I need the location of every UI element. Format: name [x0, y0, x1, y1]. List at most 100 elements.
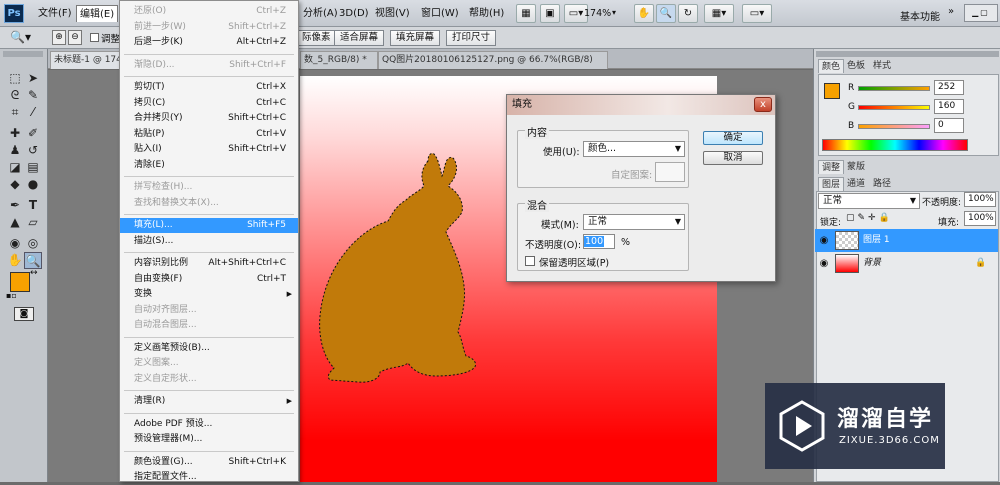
ok-button[interactable]: 确定: [703, 131, 763, 145]
layer-row-background[interactable]: ◉ 背景 🔒: [815, 252, 998, 275]
toolbox-grip[interactable]: [3, 51, 43, 57]
zoom-in-icon[interactable]: ⊕: [52, 30, 66, 45]
eyedropper-tool-icon[interactable]: ⁄: [24, 104, 42, 121]
preserve-transparency-checkbox[interactable]: [525, 256, 535, 266]
custom-pattern-picker[interactable]: [655, 162, 685, 182]
print-size-button[interactable]: 打印尺寸: [446, 30, 497, 46]
edit-menu-item[interactable]: 后退一步(K) Alt+Ctrl+Z: [120, 35, 298, 50]
edit-menu-item[interactable]: 自由变换(F) Ctrl+T: [120, 272, 298, 287]
r-input[interactable]: 252: [934, 80, 964, 95]
edit-menu-item[interactable]: 拷贝(C) Ctrl+C: [120, 96, 298, 111]
zoom-level[interactable]: 174%: [584, 8, 611, 19]
zoom-tool-icon[interactable]: 🔍: [656, 4, 676, 23]
edit-menu-item[interactable]: 变换 ▶: [120, 287, 298, 302]
edit-menu-item[interactable]: 贴入(I) Shift+Ctrl+V: [120, 142, 298, 157]
workspace-switcher[interactable]: 基本功能: [900, 8, 940, 23]
tab-channels[interactable]: 通道: [844, 177, 868, 191]
edit-menu-item[interactable]: 定义自定形状...: [120, 372, 298, 387]
edit-menu-item[interactable]: 查找和替换文本(X)...: [120, 196, 298, 211]
b-input[interactable]: 0: [934, 118, 964, 133]
workspace-arrow-icon[interactable]: »: [948, 6, 954, 17]
clone-stamp-icon[interactable]: ♟: [6, 142, 24, 159]
gradient-tool-icon[interactable]: ▤: [24, 159, 42, 176]
tab-styles[interactable]: 样式: [870, 59, 894, 73]
edit-menu-item[interactable]: 自动对齐图层...: [120, 303, 298, 318]
resize-windows-checkbox[interactable]: [90, 33, 99, 42]
marquee-tool-icon[interactable]: ⬚: [6, 70, 24, 87]
crop-tool-icon[interactable]: ⌗: [6, 104, 24, 121]
menu-file[interactable]: 文件(F): [35, 5, 75, 22]
minibridge-icon[interactable]: ▣: [540, 4, 560, 23]
zoom-dropdown-icon[interactable]: ▾: [612, 8, 616, 17]
menu-help[interactable]: 帮助(H): [466, 5, 507, 22]
edit-menu-item[interactable]: 指定配置文件...: [120, 470, 298, 485]
r-slider[interactable]: [858, 86, 930, 91]
cancel-button[interactable]: 取消: [703, 151, 763, 165]
edit-menu-item[interactable]: Adobe PDF 预设...: [120, 417, 298, 432]
visibility-eye-icon[interactable]: ◉: [817, 229, 831, 252]
menu-edit[interactable]: 编辑(E): [76, 5, 119, 22]
tab-doc-5[interactable]: 数_5_RGB/8) *: [300, 51, 378, 69]
arrange-documents-icon[interactable]: ▦▾: [704, 4, 734, 23]
move-tool-icon[interactable]: ➤: [24, 70, 42, 87]
edit-menu-item[interactable]: 预设管理器(M)...: [120, 432, 298, 447]
eraser-tool-icon[interactable]: ◪: [6, 159, 24, 176]
edit-menu-item[interactable]: 前进一步(W) Shift+Ctrl+Z: [120, 20, 298, 35]
tab-masks[interactable]: 蒙版: [844, 160, 868, 174]
menu-analysis[interactable]: 分析(A): [300, 5, 341, 22]
quick-select-tool-icon[interactable]: ✎: [24, 87, 42, 104]
lasso-tool-icon[interactable]: ᘓ: [6, 87, 24, 104]
foreground-color-swatch[interactable]: [10, 272, 30, 292]
edit-menu-item[interactable]: 定义画笔预设(B)...: [120, 341, 298, 356]
color-spectrum[interactable]: [822, 139, 968, 151]
healing-brush-icon[interactable]: ✚: [6, 125, 24, 142]
mode-select[interactable]: 正常 ▼: [583, 214, 685, 230]
quick-mask-icon[interactable]: ◙: [14, 307, 34, 321]
tab-color[interactable]: 颜色: [818, 59, 845, 73]
blend-mode-select[interactable]: 正常 ▼: [818, 193, 920, 209]
blur-tool-icon[interactable]: ◆: [6, 176, 24, 193]
lock-icons[interactable]: ▢✎✛🔒: [846, 213, 893, 223]
layer-name[interactable]: 图层 1: [863, 229, 890, 252]
edit-menu-item[interactable]: 渐隐(D)... Shift+Ctrl+F: [120, 58, 298, 73]
tab-layers[interactable]: 图层: [818, 177, 845, 191]
panel-grip[interactable]: [816, 51, 999, 57]
layer-row-1[interactable]: ◉ 图层 1: [815, 229, 998, 252]
edit-menu-item[interactable]: 拼写检查(H)...: [120, 180, 298, 195]
tab-qq-image[interactable]: QQ图片20180106125127.png @ 66.7%(RGB/8): [378, 51, 608, 69]
actual-pixels-button[interactable]: 际像素: [296, 30, 337, 46]
window-controls[interactable]: ▁▢: [964, 4, 998, 22]
layer-name[interactable]: 背景: [863, 252, 881, 275]
b-slider[interactable]: [858, 124, 930, 129]
fill-screen-button[interactable]: 填充屏幕: [390, 30, 441, 46]
dodge-tool-icon[interactable]: ●: [24, 176, 42, 193]
default-colors-icon[interactable]: ▪▫: [6, 291, 17, 300]
edit-menu-item[interactable]: 颜色设置(G)... Shift+Ctrl+K: [120, 455, 298, 470]
zoom-preset-icon[interactable]: 🔍▾: [10, 30, 31, 44]
tab-swatches[interactable]: 色板: [844, 59, 868, 73]
3d-rotate-icon[interactable]: ◉: [6, 235, 24, 252]
hand-tool-icon[interactable]: ✋: [634, 4, 654, 23]
dialog-title[interactable]: 填充: [507, 95, 775, 115]
zoom-tool-icon[interactable]: 🔍: [24, 252, 42, 269]
edit-menu-item[interactable]: 描边(S)...: [120, 234, 298, 249]
menu-view[interactable]: 视图(V): [372, 5, 413, 22]
use-select[interactable]: 颜色... ▼: [583, 141, 685, 157]
edit-menu-item[interactable]: 清除(E): [120, 158, 298, 173]
panel-foreground-swatch[interactable]: [824, 83, 840, 99]
swap-colors-icon[interactable]: ↔: [30, 268, 38, 278]
tab-paths[interactable]: 路径: [870, 177, 894, 191]
menu-3d[interactable]: 3D(D): [336, 5, 372, 22]
edit-menu-item[interactable]: 合并拷贝(Y) Shift+Ctrl+C: [120, 111, 298, 126]
rotate-view-icon[interactable]: ↻: [678, 4, 698, 23]
edit-menu-item[interactable]: 剪切(T) Ctrl+X: [120, 80, 298, 95]
edit-menu-item[interactable]: 内容识别比例 Alt+Shift+Ctrl+C: [120, 256, 298, 271]
edit-menu-item[interactable]: 定义图案...: [120, 356, 298, 371]
hand-tool-icon[interactable]: ✋: [6, 252, 24, 269]
tab-adjustments[interactable]: 调整: [818, 160, 845, 174]
edit-menu-item[interactable]: 还原(O) Ctrl+Z: [120, 4, 298, 19]
visibility-eye-icon[interactable]: ◉: [817, 252, 831, 275]
brush-tool-icon[interactable]: ✐: [24, 125, 42, 142]
path-select-icon[interactable]: ▲: [6, 214, 24, 231]
type-tool-icon[interactable]: T: [24, 197, 42, 214]
